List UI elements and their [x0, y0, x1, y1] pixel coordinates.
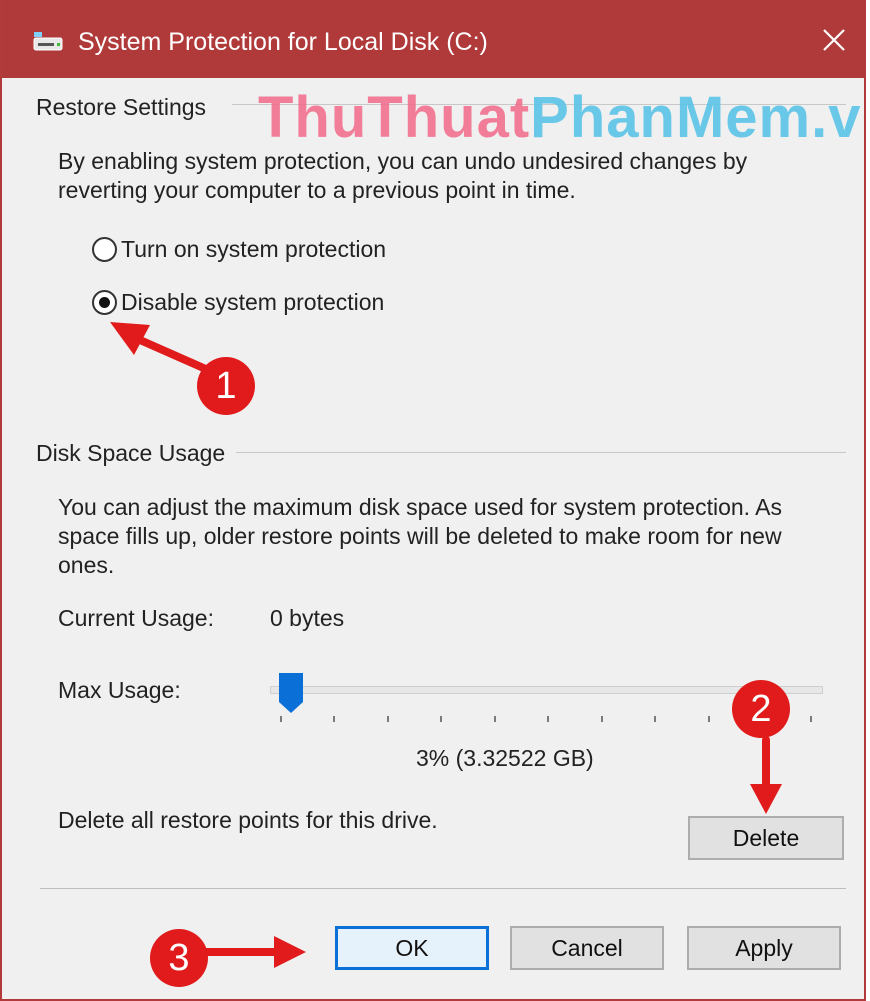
delete-button[interactable]: Delete — [688, 816, 844, 860]
footer-separator — [40, 888, 846, 889]
cancel-button[interactable]: Cancel — [510, 926, 664, 970]
delete-restore-points-text: Delete all restore points for this drive… — [58, 807, 438, 833]
radio-button-unchecked[interactable] — [92, 237, 117, 262]
slider-tick — [333, 716, 335, 722]
disk-space-description: You can adjust the maximum disk space us… — [58, 494, 783, 578]
drive-icon — [32, 28, 68, 56]
max-usage-label: Max Usage: — [58, 677, 181, 703]
watermark-logo: ThuThuatPhanMem.vn — [258, 85, 866, 150]
ok-button[interactable]: OK — [335, 926, 489, 970]
slider-tick — [494, 716, 496, 722]
apply-button[interactable]: Apply — [687, 926, 841, 970]
max-usage-slider-thumb[interactable] — [278, 672, 304, 714]
close-icon — [823, 29, 845, 51]
current-usage-label: Current Usage: — [58, 605, 214, 631]
step-2-badge: 2 — [732, 680, 790, 738]
slider-tick — [601, 716, 603, 722]
radio-button-checked[interactable] — [92, 290, 117, 315]
slider-tick — [810, 716, 812, 722]
slider-tick — [547, 716, 549, 722]
window-title: System Protection for Local Disk (C:) — [78, 28, 488, 56]
disable-protection-radio[interactable]: Disable system protection — [92, 289, 384, 316]
dialog-window: System Protection for Local Disk (C:) Re… — [0, 0, 866, 1001]
slider-tick — [387, 716, 389, 722]
max-usage-value: 3% (3.32522 GB) — [416, 745, 594, 771]
disk-space-divider — [236, 452, 846, 453]
slider-tick — [708, 716, 710, 722]
restore-settings-description: By enabling system protection, you can u… — [58, 148, 748, 203]
current-usage-value: 0 bytes — [270, 605, 345, 631]
turn-on-protection-radio[interactable]: Turn on system protection — [92, 236, 386, 263]
step-1-badge: 1 — [197, 357, 255, 415]
step-3-badge: 3 — [150, 929, 208, 987]
close-button[interactable] — [804, 0, 864, 78]
slider-tick — [654, 716, 656, 722]
disk-space-heading: Disk Space Usage — [36, 440, 234, 467]
slider-tick — [280, 716, 282, 722]
title-bar[interactable]: System Protection for Local Disk (C:) — [2, 0, 864, 78]
restore-settings-heading: Restore Settings — [36, 94, 215, 121]
slider-tick — [440, 716, 442, 722]
